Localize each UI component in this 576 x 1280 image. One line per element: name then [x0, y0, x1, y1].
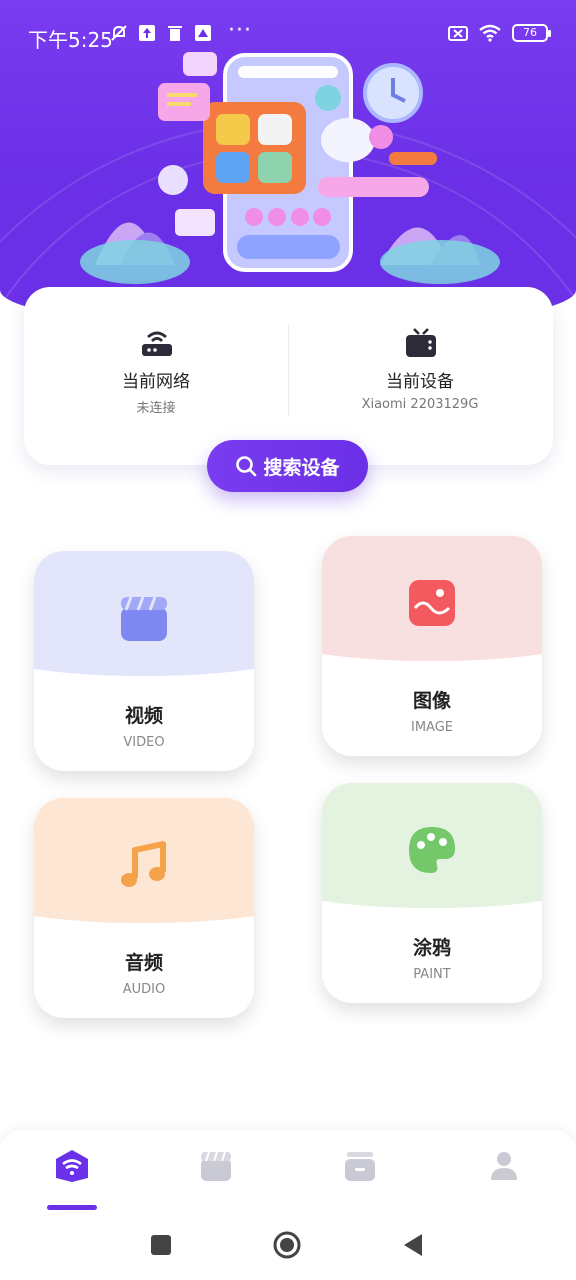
- network-value: 未连接: [136, 401, 176, 416]
- feature-image-title: 图像: [412, 690, 451, 712]
- device-label: 当前设备: [386, 372, 454, 392]
- router-icon: [142, 331, 172, 356]
- status-more-icon: ···: [228, 18, 252, 43]
- feature-video-subtitle: VIDEO: [123, 735, 165, 750]
- battery-indicator: 76: [512, 24, 551, 42]
- nav-video-icon[interactable]: [196, 1146, 236, 1186]
- upload-icon: [139, 25, 155, 41]
- status-notification-icons: [110, 24, 212, 42]
- device-info-card: 当前网络 未连接 当前设备 Xiaomi 2203129G: [24, 287, 553, 465]
- palette-icon: [409, 827, 455, 873]
- nav-active-indicator: [47, 1205, 97, 1210]
- device-info[interactable]: 当前设备 Xiaomi 2203129G: [288, 287, 552, 465]
- feature-audio-subtitle: AUDIO: [122, 982, 166, 997]
- feature-paint[interactable]: 涂鸦 PAINT: [322, 783, 542, 1003]
- nav-wifi-icon[interactable]: [52, 1146, 92, 1186]
- feature-video-title: 视频: [124, 705, 163, 727]
- header-banner: 下午5:25 ··· 76: [0, 0, 576, 330]
- search-button-label: 搜索设备: [263, 456, 340, 479]
- network-label: 当前网络: [122, 372, 190, 392]
- status-system-icons: 76: [448, 24, 551, 42]
- feature-audio-title: 音频: [124, 952, 163, 974]
- feature-audio[interactable]: 音频 AUDIO: [34, 798, 254, 1018]
- back-icon[interactable]: [398, 1230, 428, 1260]
- recents-icon[interactable]: [146, 1230, 176, 1260]
- network-info[interactable]: 当前网络 未连接: [24, 287, 288, 465]
- feature-image-subtitle: IMAGE: [410, 720, 453, 735]
- feature-paint-title: 涂鸦: [412, 937, 451, 959]
- feature-paint-subtitle: PAINT: [413, 967, 451, 982]
- no-sim-icon: [448, 26, 468, 41]
- device-value: Xiaomi 2203129G: [361, 397, 479, 412]
- mute-icon: [111, 25, 127, 41]
- home-icon[interactable]: [272, 1230, 302, 1260]
- status-time: 下午5:25: [28, 28, 113, 52]
- image-icon: [409, 580, 455, 626]
- nav-user-icon[interactable]: [484, 1146, 524, 1186]
- nav-storage-icon[interactable]: [340, 1146, 380, 1186]
- bottom-navigation: [0, 1130, 576, 1280]
- status-bar: 下午5:25 ··· 76: [0, 0, 576, 72]
- trash-icon: [168, 26, 182, 41]
- search-icon: [236, 456, 257, 477]
- music-note-icon: [121, 841, 166, 887]
- app-notification-icon: [195, 25, 211, 41]
- feature-video[interactable]: 视频 VIDEO: [34, 551, 254, 771]
- tv-icon: [406, 328, 436, 357]
- wifi-status-icon: [479, 24, 501, 42]
- feature-image[interactable]: 图像 IMAGE: [322, 536, 542, 756]
- search-device-button[interactable]: 搜索设备: [207, 440, 368, 492]
- video-clapper-icon: [121, 596, 167, 641]
